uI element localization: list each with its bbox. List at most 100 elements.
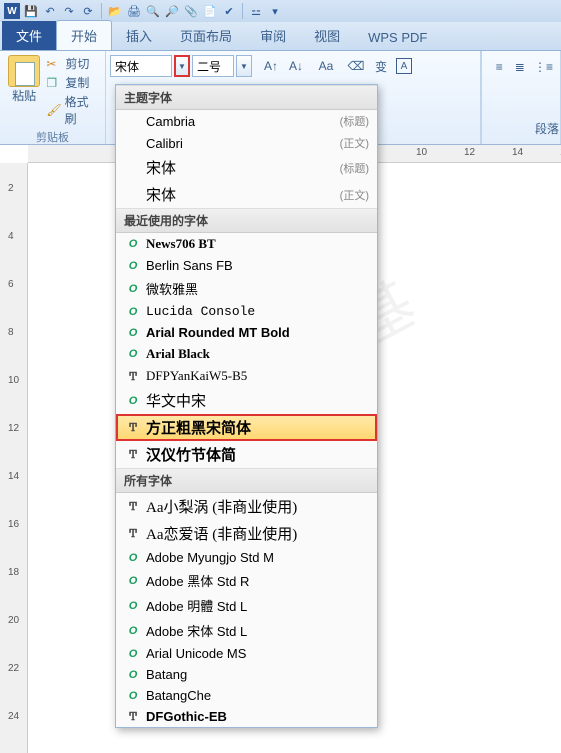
tab-file[interactable]: 文件: [2, 21, 56, 50]
font-name-label: DFGothic-EB: [146, 709, 369, 724]
font-name-label: 方正粗黑宋简体: [146, 417, 369, 438]
font-option[interactable]: ͲDFPYanKaiW5-B5: [116, 365, 377, 387]
ribbon-tabs: 文件 开始 插入 页面布局 审阅 视图 WPS PDF: [0, 22, 561, 51]
font-option[interactable]: OArial Black: [116, 343, 377, 365]
tab-insert[interactable]: 插入: [112, 21, 166, 50]
truetype-icon: [126, 188, 140, 202]
copy-button[interactable]: ❐复制: [46, 74, 99, 91]
font-option[interactable]: ͲAa恋爱语 (非商业使用): [116, 520, 377, 547]
font-size-input[interactable]: 二号: [192, 55, 234, 77]
font-option[interactable]: O Arial Rounded MT Bold: [116, 322, 377, 343]
font-option[interactable]: O华文中宋: [116, 387, 377, 414]
font-name-label: Cambria: [146, 114, 334, 129]
font-option[interactable]: OAdobe 明體 Std L: [116, 593, 377, 618]
truetype-icon: Ͳ: [126, 421, 140, 435]
font-option[interactable]: Ͳ 方正粗黑宋简体: [116, 414, 377, 441]
font-name-label: Lucida Console: [146, 304, 369, 319]
font-option[interactable]: OAdobe 宋体 Std L: [116, 618, 377, 643]
font-option[interactable]: Calibri(正文): [116, 132, 377, 154]
vertical-ruler[interactable]: 24681012141618202224: [0, 163, 28, 753]
font-name-label: Aa小梨涡 (非商业使用): [146, 496, 369, 517]
font-name-label: Adobe Myungjo Std M: [146, 550, 369, 565]
font-name-label: Adobe 宋体 Std L: [146, 621, 369, 640]
font-tag: (标题): [340, 113, 369, 129]
font-tag: (正文): [340, 187, 369, 203]
font-name-label: Batang: [146, 667, 369, 682]
paste-icon: [8, 55, 40, 87]
tab-wpspdf[interactable]: WPS PDF: [354, 25, 441, 50]
open-icon[interactable]: 📂: [107, 3, 123, 19]
tab-view[interactable]: 视图: [300, 21, 354, 50]
copy-icon: ❐: [46, 76, 62, 90]
font-option[interactable]: O微软雅黑: [116, 276, 377, 301]
font-tag: (标题): [340, 160, 369, 176]
multilevel-icon[interactable]: ⋮≡: [534, 57, 553, 77]
brush-icon: 🖌: [46, 103, 61, 117]
font-option[interactable]: OBatangChe: [116, 685, 377, 706]
zoom-icon[interactable]: 🔎: [164, 3, 180, 19]
font-name-label: Arial Unicode MS: [146, 646, 369, 661]
font-option[interactable]: ͲDFGothic-EB: [116, 706, 377, 727]
font-option[interactable]: ONews706 BT: [116, 233, 377, 255]
font-option[interactable]: 宋体(标题): [116, 154, 377, 181]
font-option[interactable]: O Batang: [116, 664, 377, 685]
check-icon[interactable]: ✔: [221, 3, 237, 19]
char-border-icon[interactable]: A: [396, 58, 412, 74]
font-name-label: Arial Black: [146, 346, 369, 362]
font-dropdown-button[interactable]: ▼: [174, 55, 190, 77]
font-option[interactable]: OAdobe 黑体 Std R: [116, 568, 377, 593]
shrink-font-icon[interactable]: A↓: [286, 56, 306, 76]
opentype-icon: O: [126, 647, 140, 661]
recent-fonts-header: 最近使用的字体: [116, 208, 377, 233]
font-option[interactable]: Cambria (标题): [116, 110, 377, 132]
format-brush-button[interactable]: 🖌格式刷: [46, 93, 99, 127]
tab-home[interactable]: 开始: [56, 20, 112, 50]
font-option[interactable]: OAdobe Myungjo Std M: [116, 547, 377, 568]
save-icon[interactable]: 💾: [23, 3, 39, 19]
font-name-label: DFPYanKaiW5-B5: [146, 368, 369, 384]
undo-icon[interactable]: ↶: [42, 3, 58, 19]
font-name-label: BatangChe: [146, 688, 369, 703]
font-option[interactable]: O Arial Unicode MS: [116, 643, 377, 664]
font-name-label: 汉仪竹节体简: [146, 444, 369, 465]
numbering-icon[interactable]: ≣: [513, 57, 525, 77]
print-icon[interactable]: 🖨: [126, 3, 142, 19]
font-option[interactable]: 宋体 (正文): [116, 181, 377, 208]
redo-icon[interactable]: ↷: [61, 3, 77, 19]
attach-icon[interactable]: 📎: [183, 3, 199, 19]
font-option[interactable]: OBerlin Sans FB: [116, 255, 377, 276]
font-name-label: 华文中宋: [146, 390, 369, 411]
change-case-icon[interactable]: Aa: [316, 56, 336, 76]
refresh-icon[interactable]: ⟳: [80, 3, 96, 19]
preview-icon[interactable]: 🔍: [145, 3, 161, 19]
font-name-input[interactable]: 宋体: [110, 55, 172, 77]
truetype-icon: Ͳ: [126, 500, 140, 514]
font-option[interactable]: Ͳ汉仪竹节体简: [116, 441, 377, 468]
bullets-icon[interactable]: ≡: [493, 57, 505, 77]
font-name-label: Arial Rounded MT Bold: [146, 325, 369, 340]
font-option[interactable]: Ͳ Aa小梨涡 (非商业使用): [116, 493, 377, 520]
size-dropdown-button[interactable]: ▼: [236, 55, 252, 77]
font-option[interactable]: OLucida Console: [116, 301, 377, 322]
clipboard-group: 粘贴 ✂剪切 ❐复制 🖌格式刷 剪贴板: [0, 51, 106, 144]
tab-layout[interactable]: 页面布局: [166, 21, 246, 50]
cut-button[interactable]: ✂剪切: [46, 55, 99, 72]
org-icon[interactable]: ⚍: [248, 3, 264, 19]
paste-button[interactable]: 粘贴: [6, 55, 42, 127]
phonetic-icon[interactable]: 变: [371, 56, 391, 76]
opentype-icon: O: [126, 668, 140, 682]
paste-label: 粘贴: [12, 87, 36, 104]
opentype-icon: O: [126, 326, 140, 340]
clipboard-group-label: 剪贴板: [6, 127, 99, 145]
font-name-label: 宋体: [146, 184, 334, 205]
theme-fonts-header: 主题字体: [116, 85, 377, 110]
more-icon[interactable]: ▾: [267, 3, 283, 19]
quick-access-toolbar: W 💾 ↶ ↷ ⟳ 📂 🖨 🔍 🔎 📎 📄 ✔ ⚍ ▾: [0, 0, 561, 22]
clear-format-icon[interactable]: ⌫: [346, 56, 366, 76]
opentype-icon: O: [126, 237, 140, 251]
opentype-icon: O: [126, 282, 140, 296]
separator: [101, 3, 102, 19]
tab-review[interactable]: 审阅: [246, 21, 300, 50]
doc-icon[interactable]: 📄: [202, 3, 218, 19]
grow-font-icon[interactable]: A↑: [261, 56, 281, 76]
